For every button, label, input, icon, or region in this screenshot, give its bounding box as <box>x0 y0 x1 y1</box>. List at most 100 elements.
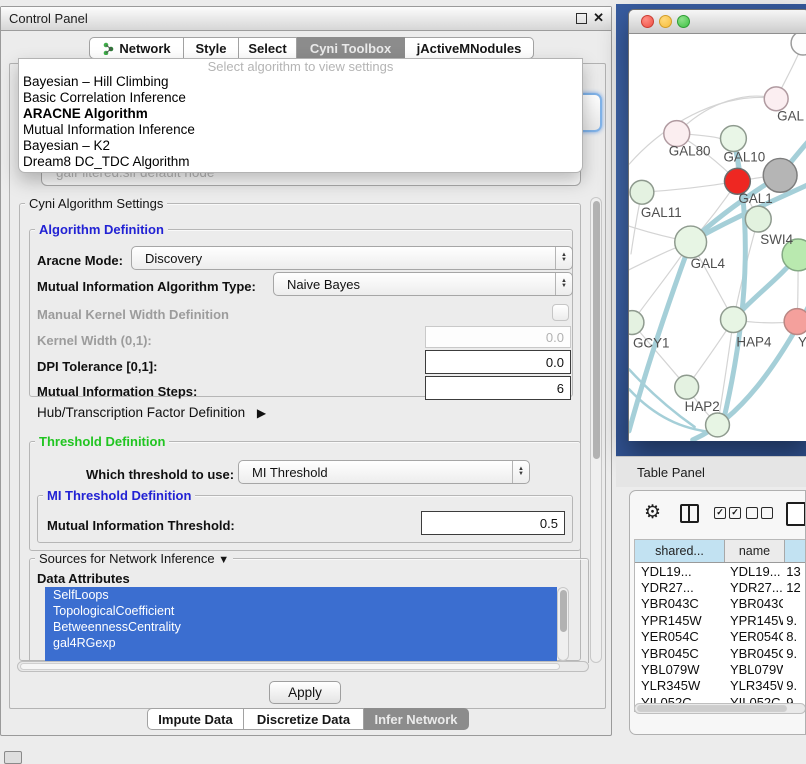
network-node[interactable] <box>675 226 707 258</box>
attribute-item[interactable]: BetweennessCentrality <box>45 619 557 635</box>
network-node[interactable] <box>764 87 788 111</box>
attribute-item[interactable]: TopologicalCoefficient <box>45 603 557 619</box>
tab-impute-data[interactable]: Impute Data <box>147 708 244 730</box>
gear-icon[interactable]: ⚙ <box>644 501 661 524</box>
node-label: GAL <box>777 109 804 124</box>
network-node[interactable] <box>706 413 730 437</box>
float-window-icon[interactable] <box>576 13 587 24</box>
tab-cyni-toolbox[interactable]: Cyni Toolbox <box>297 37 405 59</box>
table-row[interactable]: YBL079WYBL079W <box>635 661 806 677</box>
table-cell: YDL19... <box>724 564 783 579</box>
table-row[interactable]: YDL19...YDL19...13 <box>635 563 806 579</box>
node-label: Y <box>798 334 806 349</box>
attributes-scrollbar-thumb[interactable] <box>560 590 567 632</box>
select-all-columns-icon[interactable]: ✓✓ <box>714 507 741 519</box>
settings-scrollbar[interactable] <box>590 197 602 663</box>
which-threshold-combo[interactable]: MI Threshold ▲▼ <box>238 460 530 484</box>
table-cell: YBL079W <box>635 662 724 677</box>
hub-definition-expander[interactable]: Hub/Transcription Factor Definition ▶ <box>37 405 266 420</box>
dpi-tolerance-value: 0.0 <box>546 355 564 370</box>
mi-threshold-input[interactable]: 0.5 <box>421 511 565 535</box>
table-row[interactable]: YDR27...YDR27...12 <box>635 579 806 595</box>
table-cell: 9. <box>783 678 806 693</box>
network-node[interactable] <box>720 307 746 333</box>
tab-style[interactable]: Style <box>184 37 239 59</box>
column-header-name[interactable]: name <box>725 540 785 562</box>
algorithm-option[interactable]: ARACNE Algorithm <box>19 106 582 122</box>
algorithm-option[interactable]: Bayesian – K2 <box>19 138 582 154</box>
table-row[interactable]: YLR345WYLR345W9. <box>635 678 806 694</box>
screenshot-root: { "window": { "title": "Control Panel" }… <box>0 0 806 762</box>
network-node[interactable] <box>629 311 644 335</box>
tab-discretize-data[interactable]: Discretize Data <box>244 708 364 730</box>
table-cell: YBR043C <box>724 596 783 611</box>
columns-icon[interactable] <box>680 504 699 523</box>
algorithm-option[interactable]: Basic Correlation Inference <box>19 90 582 106</box>
apply-button[interactable]: Apply <box>269 681 341 704</box>
aracne-mode-combo[interactable]: Discovery ▲▼ <box>131 246 573 270</box>
apply-label: Apply <box>288 685 322 700</box>
attributes-scrollbar[interactable] <box>557 587 569 661</box>
algorithm-option[interactable]: Bayesian – Hill Climbing <box>19 74 582 90</box>
table-hscrollbar-thumb[interactable] <box>637 705 787 712</box>
attribute-item[interactable]: SelfLoops <box>45 587 557 603</box>
node-label: GAL4 <box>691 256 726 271</box>
mac-minimize-button[interactable] <box>659 15 672 28</box>
new-table-icon[interactable] <box>786 502 806 526</box>
mi-steps-input[interactable]: 6 <box>425 376 571 400</box>
column-header-shared-name[interactable]: shared... <box>635 540 725 562</box>
table-row[interactable]: YPR145WYPR145W9. <box>635 612 806 628</box>
table-panel-title: Table Panel <box>637 465 705 480</box>
data-attributes-list[interactable]: SelfLoopsTopologicalCoefficientBetweenne… <box>45 587 557 661</box>
network-node[interactable] <box>630 180 654 204</box>
algorithm-option[interactable]: Dream8 DC_TDC Algorithm <box>19 154 582 170</box>
table-hscrollbar[interactable] <box>634 703 806 714</box>
settings-hscrollbar-thumb[interactable] <box>20 663 560 670</box>
node-label: GAL80 <box>669 143 711 158</box>
close-icon[interactable]: ✕ <box>593 10 604 26</box>
stepper-icon: ▲▼ <box>555 247 572 269</box>
mac-close-button[interactable] <box>641 15 654 28</box>
table-cell: YER054C <box>724 629 783 644</box>
mac-zoom-button[interactable] <box>677 15 690 28</box>
minimized-panel-icon[interactable] <box>4 751 22 764</box>
network-canvas[interactable]: GALGAL80GAL10GAL1GAL11SWI4GAL4GCY1HAP4YH… <box>629 34 806 441</box>
attribute-item[interactable] <box>45 651 557 661</box>
cyni-settings-title: Cyni Algorithm Settings <box>25 196 167 211</box>
column-header-cut[interactable] <box>785 540 806 562</box>
network-window-titlebar[interactable] <box>629 10 806 34</box>
algorithm-popup-list: Bayesian – Hill ClimbingBasic Correlatio… <box>19 74 582 170</box>
node-label: HAP2 <box>685 399 720 414</box>
kernel-width-input[interactable]: 0.0 <box>425 326 571 348</box>
deselect-all-columns-icon[interactable] <box>746 507 773 519</box>
network-node[interactable] <box>745 206 771 232</box>
hub-definition-label: Hub/Transcription Factor Definition <box>37 405 245 420</box>
control-panel-titlebar[interactable]: Control Panel ✕ <box>1 7 611 31</box>
settings-scrollbar-thumb[interactable] <box>593 201 600 459</box>
algorithm-option[interactable]: Mutual Information Inference <box>19 122 582 138</box>
table-row[interactable]: YBR045CYBR045C9. <box>635 645 806 661</box>
settings-hscrollbar[interactable] <box>17 661 589 672</box>
network-node[interactable] <box>791 34 806 55</box>
network-node[interactable] <box>675 375 699 399</box>
table-cell: YLR345W <box>724 678 783 693</box>
attribute-item[interactable]: gal4RGexp <box>45 635 557 651</box>
table-cell: 9. <box>783 646 806 661</box>
dpi-tolerance-input[interactable]: 0.0 <box>425 350 571 374</box>
mi-type-combo[interactable]: Naive Bayes ▲▼ <box>273 272 573 296</box>
network-graph: GALGAL80GAL10GAL1GAL11SWI4GAL4GCY1HAP4YH… <box>629 34 806 441</box>
manual-kernel-checkbox[interactable] <box>552 304 569 321</box>
tab-select[interactable]: Select <box>239 37 297 59</box>
tab-network[interactable]: Network <box>89 37 184 59</box>
stepper-icon: ▲▼ <box>555 273 572 295</box>
network-node[interactable] <box>763 158 797 192</box>
tab-jactivemnodules[interactable]: jActiveMNodules <box>405 37 534 59</box>
network-node[interactable] <box>720 126 746 152</box>
table-row[interactable]: YBR043CYBR043C <box>635 596 806 612</box>
table-row[interactable]: YER054CYER054C8. <box>635 629 806 645</box>
mi-steps-value: 6 <box>557 381 564 396</box>
node-table[interactable]: shared... name YDL19...YDL19...13YDR27..… <box>634 539 806 712</box>
network-node[interactable] <box>784 309 806 335</box>
sources-group-title[interactable]: Sources for Network Inference ▼ <box>35 551 233 566</box>
tab-infer-network[interactable]: Infer Network <box>364 708 469 730</box>
